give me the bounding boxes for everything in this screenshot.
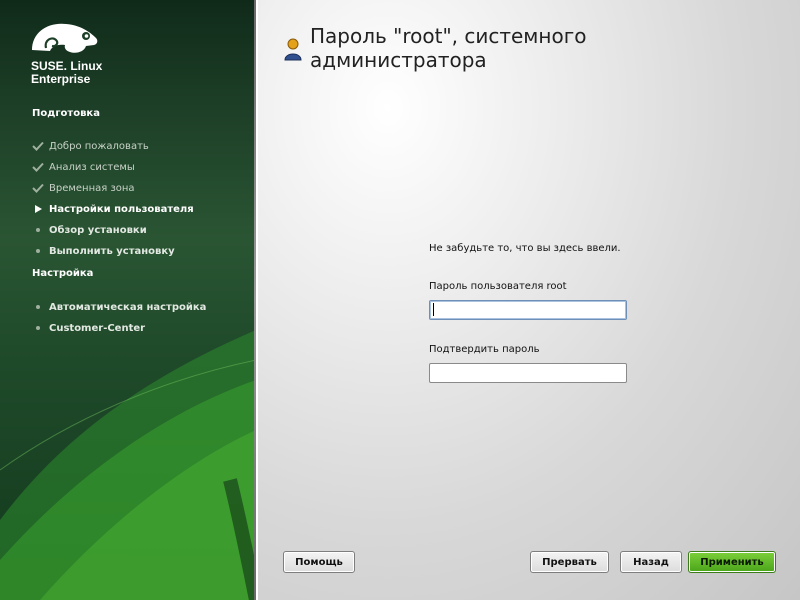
section-title-preparation: Подготовка xyxy=(32,108,100,119)
confirm-password-input[interactable] xyxy=(429,363,627,383)
step-label: Добро пожаловать xyxy=(49,140,149,152)
user-icon xyxy=(284,38,302,61)
checkmark-icon xyxy=(30,162,46,172)
step-label: Обзор установки xyxy=(49,224,147,236)
confirm-password-label-text: Подтвердить пароль xyxy=(429,344,540,355)
step-user-settings: Настройки пользователя xyxy=(30,201,194,217)
section-title-configuration: Настройка xyxy=(32,268,94,279)
product-brand: SUSE. Linux Enterprise xyxy=(31,60,102,86)
bullet-icon xyxy=(30,326,46,330)
step-system-analysis: Анализ системы xyxy=(30,159,135,175)
password-label: Пароль пользователя root xyxy=(429,281,567,292)
confirm-password-label: Подтвердить пароль xyxy=(429,344,540,355)
step-label: Временная зона xyxy=(49,182,135,194)
step-label: Выполнить установку xyxy=(49,245,175,257)
step-installation-overview: Обзор установки xyxy=(30,222,147,238)
current-step-arrow-icon xyxy=(30,205,46,213)
step-label: Customer-Center xyxy=(49,322,146,334)
suse-chameleon-logo-icon xyxy=(32,23,98,53)
step-automatic-configuration: Автоматическая настройка xyxy=(30,299,206,315)
help-button[interactable]: Помощь xyxy=(283,551,355,573)
brand-line-2: Enterprise xyxy=(31,72,91,86)
page-title: Пароль "root", системного администратора xyxy=(310,24,587,72)
step-time-zone: Временная зона xyxy=(30,180,135,196)
bullet-icon xyxy=(30,305,46,309)
step-label: Настройки пользователя xyxy=(49,203,194,215)
bullet-icon xyxy=(30,249,46,253)
step-label: Автоматическая настройка xyxy=(49,301,207,313)
step-label: Анализ системы xyxy=(49,161,135,173)
bullet-icon xyxy=(30,228,46,232)
step-perform-installation: Выполнить установку xyxy=(30,243,175,259)
abort-button[interactable]: Прервать xyxy=(530,551,609,573)
hint-text: Не забудьте то, что вы здесь ввели. xyxy=(429,243,621,254)
sidebar: SUSE. Linux Enterprise Подготовка Добро … xyxy=(0,0,256,600)
back-button[interactable]: Назад xyxy=(620,551,682,573)
root-password-input[interactable] xyxy=(429,300,627,320)
main-panel: Пароль "root", системного администратора… xyxy=(258,0,800,600)
step-welcome: Добро пожаловать xyxy=(30,138,149,154)
password-label-text: Пароль пользователя root xyxy=(429,281,567,292)
text-caret xyxy=(433,303,434,316)
checkmark-icon xyxy=(30,183,46,193)
apply-button[interactable]: Применить xyxy=(688,551,776,573)
checkmark-icon xyxy=(30,141,46,151)
sidebar-divider xyxy=(254,0,256,600)
step-customer-center: Customer-Center xyxy=(30,320,145,336)
